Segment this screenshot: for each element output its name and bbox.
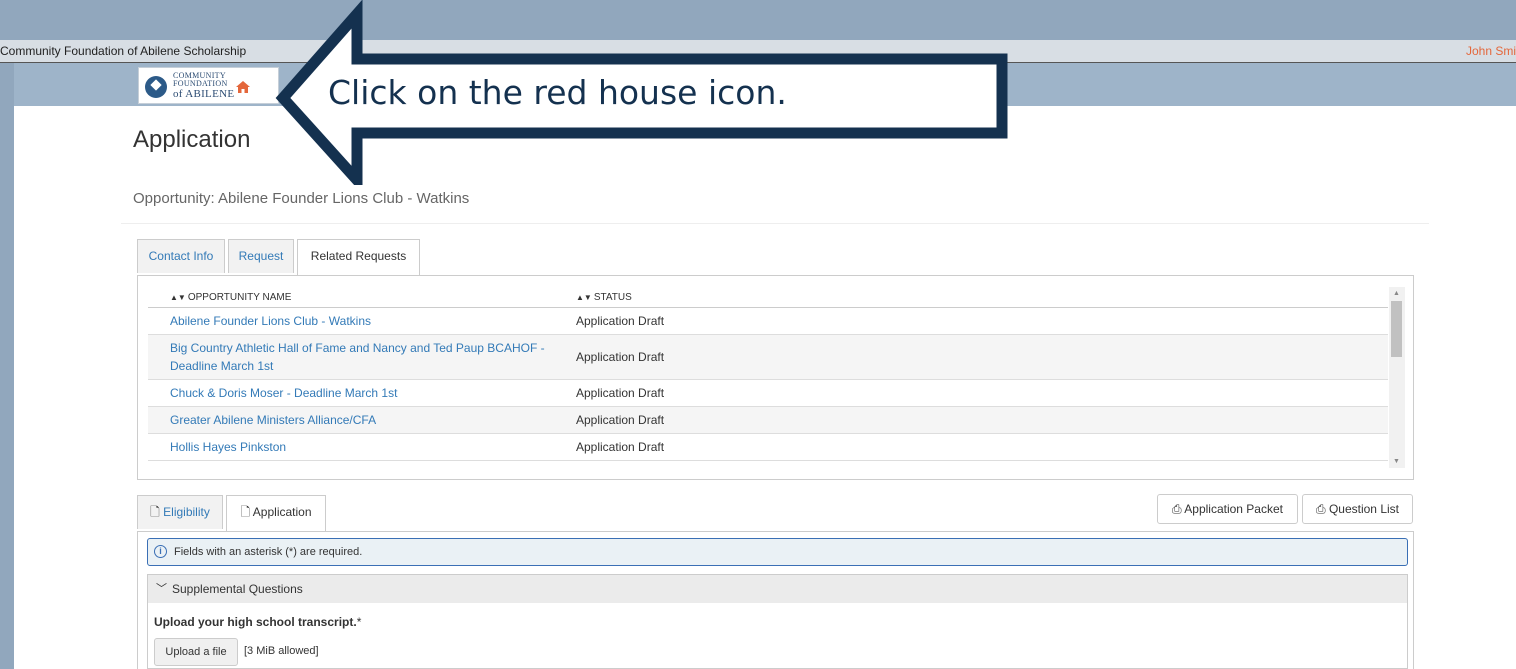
home-icon[interactable]: [236, 81, 250, 93]
column-label: OPPORTUNITY NAME: [187, 291, 292, 303]
status-value: Application Draft: [576, 334, 1388, 380]
site-title: Community Foundation of Abilene Scholars…: [0, 44, 247, 58]
scroll-thumb[interactable]: [1391, 301, 1402, 357]
column-opportunity-name[interactable]: ▲▼ OPPORTUNITY NAME: [148, 287, 576, 308]
opportunity-link[interactable]: Chuck & Doris Moser - Deadline March 1st: [148, 379, 576, 407]
logo-emblem-icon: [145, 76, 167, 98]
supplemental-questions-header[interactable]: ﹀ Supplemental Questions: [147, 574, 1408, 604]
tab-contact-info[interactable]: Contact Info: [137, 239, 225, 273]
form-tabs: 🗋 Eligibility 🗋 Application: [137, 495, 337, 533]
page-title: Application: [133, 126, 251, 153]
required-fields-notice: i Fields with an asterisk (*) are requir…: [147, 538, 1408, 566]
document-icon: 🗋: [240, 505, 251, 519]
tab-request[interactable]: Request: [228, 239, 294, 273]
callout-text: Click on the red house icon.: [328, 73, 787, 112]
opportunity-link[interactable]: Greater Abilene Ministers Alliance/CFA: [148, 406, 576, 434]
table-scrollbar[interactable]: ▲ ▼: [1389, 287, 1405, 468]
application-packet-button[interactable]: ⎙ Application Packet: [1157, 494, 1298, 524]
chevron-down-icon: ﹀: [156, 583, 167, 595]
document-icon: 🗋: [150, 505, 160, 519]
file-size-limit: [3 MiB allowed]: [244, 645, 319, 657]
info-icon: i: [154, 545, 167, 558]
tab-application[interactable]: 🗋 Application: [226, 495, 326, 531]
scroll-down-icon[interactable]: ▼: [1393, 458, 1400, 465]
pdf-icon: ⎙: [1171, 502, 1182, 516]
table-header-row: ▲▼ OPPORTUNITY NAME ▲▼ STATUS: [148, 287, 1388, 308]
column-status[interactable]: ▲▼ STATUS: [576, 287, 1388, 308]
table-row: Abilene Founder Lions Club - Watkins App…: [148, 307, 1388, 335]
pdf-icon: ⎙: [1316, 502, 1326, 516]
table-row: Greater Abilene Ministers Alliance/CFA A…: [148, 406, 1388, 434]
tab-eligibility[interactable]: 🗋 Eligibility: [137, 495, 223, 529]
status-value: Application Draft: [576, 406, 1388, 434]
tab-related-requests[interactable]: Related Requests: [297, 239, 420, 275]
tab-label: Application: [252, 505, 312, 519]
table-row: Hollis Hayes Pinkston Application Draft: [148, 433, 1388, 461]
divider: [121, 223, 1429, 224]
logo-text: COMMUNITY FOUNDATION of ABILENE: [173, 72, 235, 101]
question-label: Upload your high school transcript.*: [154, 615, 361, 629]
required-asterisk: *: [356, 615, 362, 629]
question-text: Upload your high school transcript.: [154, 615, 357, 629]
upload-file-button[interactable]: Upload a file: [154, 638, 238, 666]
button-label: Question List: [1328, 502, 1399, 516]
related-requests-table: ▲▼ OPPORTUNITY NAME ▲▼ STATUS Abilene Foun…: [148, 287, 1388, 461]
tab-label: Eligibility: [163, 505, 210, 519]
opportunity-link[interactable]: Hollis Hayes Pinkston: [148, 433, 576, 461]
logo-line-2: FOUNDATION: [173, 79, 228, 88]
column-label: STATUS: [593, 291, 632, 303]
table-row: Chuck & Doris Moser - Deadline March 1st…: [148, 379, 1388, 407]
opportunity-link[interactable]: Big Country Athletic Hall of Fame and Na…: [148, 334, 576, 380]
notice-text: Fields with an asterisk (*) are required…: [174, 546, 363, 558]
scroll-up-icon[interactable]: ▲: [1393, 290, 1400, 297]
foundation-logo[interactable]: COMMUNITY FOUNDATION of ABILENE: [138, 67, 279, 104]
request-tabs: Contact Info Request Related Requests: [137, 239, 437, 277]
opportunity-link[interactable]: Abilene Founder Lions Club - Watkins: [148, 307, 576, 335]
status-value: Application Draft: [576, 379, 1388, 407]
status-value: Application Draft: [576, 307, 1388, 335]
user-name[interactable]: John Smi: [1466, 41, 1516, 61]
logo-line-3: of ABILENE: [173, 88, 235, 100]
question-list-button[interactable]: ⎙ Question List: [1302, 494, 1413, 524]
sort-icon: ▲▼: [576, 292, 592, 302]
opportunity-label: Opportunity: Abilene Founder Lions Club …: [133, 190, 470, 207]
supplemental-questions-body: Upload your high school transcript.* Upl…: [147, 603, 1408, 669]
status-value: Application Draft: [576, 433, 1388, 461]
table-row: Big Country Athletic Hall of Fame and Na…: [148, 334, 1388, 380]
sort-icon: ▲▼: [170, 292, 186, 302]
section-title: Supplemental Questions: [172, 582, 303, 596]
button-label: Application Packet: [1184, 502, 1283, 516]
